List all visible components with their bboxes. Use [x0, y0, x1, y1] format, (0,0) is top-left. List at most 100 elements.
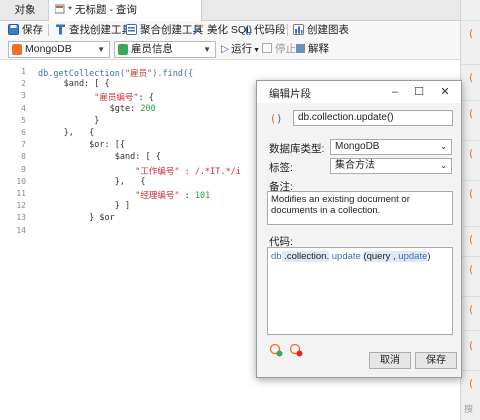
- line-number: 13: [16, 213, 26, 223]
- database-value: 雇员信息: [131, 43, 173, 55]
- code-line: } ]: [38, 201, 130, 211]
- find-builder-label: 查找创建工具: [69, 24, 132, 36]
- stop-button[interactable]: 停止: [262, 42, 296, 56]
- svg-text:(: (: [469, 107, 473, 120]
- code-textarea[interactable]: db .collection. update (query , update): [267, 247, 453, 335]
- dialog-titlebar: 编辑片段 – ☐ ✕: [257, 81, 461, 103]
- code-line: }, {: [38, 128, 95, 138]
- beautify-sql-button[interactable]: 美化 SQL: [193, 23, 252, 37]
- main-toolbar: 保存 查找创建工具 聚合创建工具 美化 SQL () 代码段 创建图表: [0, 21, 460, 39]
- tab-objects-label: 对象: [14, 4, 36, 16]
- snippet-icon[interactable]: (: [468, 376, 478, 390]
- query-toolbar: MongoDB ▼ 雇员信息 ▼ ▷ 运行▼ 停止 解释: [0, 39, 460, 60]
- chevron-down-icon: ▼: [97, 45, 105, 54]
- close-button[interactable]: ✕: [437, 84, 453, 100]
- db-type-select[interactable]: MongoDB ⌄: [330, 139, 452, 155]
- dialog-title: 编辑片段: [269, 88, 311, 100]
- code-token: } $or: [38, 213, 115, 224]
- chevron-down-icon: ▼: [203, 45, 211, 54]
- remove-placeholder-icon[interactable]: [289, 343, 303, 357]
- divider: [461, 370, 480, 371]
- svg-text:(: (: [469, 187, 473, 200]
- search-input[interactable]: 搜: [464, 402, 473, 415]
- snippet-icon[interactable]: (: [468, 262, 478, 276]
- insert-placeholder-icon[interactable]: [269, 343, 283, 357]
- create-chart-button[interactable]: 创建图表: [293, 23, 349, 37]
- snippet-icon[interactable]: (: [468, 70, 478, 84]
- code-token: } ]: [38, 201, 131, 212]
- query-tab-icon: [55, 4, 65, 14]
- find-builder-button[interactable]: 查找创建工具: [55, 23, 132, 37]
- remark-textarea[interactable]: Modifies an existing document or documen…: [267, 191, 453, 225]
- db-type-label: 数据库类型:: [269, 143, 325, 155]
- svg-text:): ): [277, 112, 281, 125]
- snippet-icon[interactable]: (: [468, 186, 478, 200]
- code-token: "雇员": [125, 69, 153, 79]
- code-token: $and: [ {: [38, 79, 110, 90]
- code-token: db: [271, 251, 282, 262]
- divider: [461, 20, 480, 21]
- explain-label: 解释: [308, 43, 329, 55]
- save-button[interactable]: 保存: [8, 23, 43, 37]
- code-token: "工作编号" : /.*IT.*/i: [135, 166, 241, 177]
- tag-select[interactable]: 集合方法 ⌄: [330, 158, 452, 174]
- cancel-button[interactable]: 取消: [369, 352, 411, 369]
- connection-select[interactable]: MongoDB ▼: [8, 41, 110, 58]
- minimize-button[interactable]: –: [387, 84, 403, 100]
- save-button[interactable]: 保存: [415, 352, 457, 369]
- explain-button[interactable]: 解释: [296, 42, 329, 56]
- snippet-icon[interactable]: (: [468, 302, 478, 316]
- code-token: ).find({: [152, 69, 194, 79]
- maximize-button[interactable]: ☐: [411, 84, 427, 100]
- tab-objects[interactable]: 对象: [0, 0, 50, 20]
- snippet-icon[interactable]: (: [468, 146, 478, 160]
- save-label: 保存: [22, 24, 43, 36]
- divider: [461, 140, 480, 141]
- snippet-icon: ( ): [271, 112, 281, 125]
- divider: [461, 330, 480, 331]
- line-number: 8: [21, 152, 26, 162]
- svg-text:(: (: [469, 71, 473, 84]
- dropdown-arrow-icon: ▼: [253, 47, 261, 54]
- svg-text:(: (: [469, 263, 473, 276]
- code-token: $or: [{: [38, 140, 125, 151]
- snippet-icon[interactable]: (: [468, 26, 478, 40]
- code-token: db.getCollection(: [38, 69, 125, 79]
- magic-wand-icon: [193, 24, 204, 35]
- snippet-name-input[interactable]: db.collection.update(): [293, 110, 453, 126]
- tab-query[interactable]: * 无标题 - 查询: [48, 0, 202, 21]
- mongodb-icon: [12, 44, 22, 55]
- snippet-icon[interactable]: (: [468, 338, 478, 352]
- code-line: "工作编号" : /.*IT.*/i: [38, 165, 241, 177]
- code-token: : {: [138, 93, 154, 104]
- line-number: 4: [21, 103, 26, 113]
- snippet-icon[interactable]: (: [468, 106, 478, 120]
- code-token: ): [427, 251, 431, 262]
- code-line: $or: [{: [38, 140, 125, 150]
- edit-snippet-dialog: 编辑片段 – ☐ ✕ ( ) db.collection.update() 数据…: [256, 80, 462, 378]
- run-button[interactable]: ▷ 运行▼: [221, 42, 260, 56]
- connection-value: MongoDB: [25, 43, 72, 55]
- code-token: 101: [194, 191, 211, 201]
- code-line: $and: [ {: [38, 79, 110, 89]
- tag-value: 集合方法: [335, 160, 375, 171]
- database-select[interactable]: 雇员信息 ▼: [114, 41, 216, 58]
- aggregate-builder-button[interactable]: 聚合创建工具: [126, 23, 203, 37]
- divider: [461, 256, 480, 257]
- snippets-button[interactable]: () 代码段: [245, 23, 286, 37]
- stop-icon: [262, 43, 272, 53]
- aggregate-builder-icon: [126, 24, 137, 35]
- divider: [461, 64, 480, 65]
- line-number: 14: [16, 225, 26, 235]
- code-line: "雇员编号": {: [38, 91, 154, 103]
- divider: [461, 296, 480, 297]
- snippet-icon[interactable]: (: [468, 232, 478, 246]
- code-token: }: [38, 115, 100, 126]
- line-number: 2: [21, 79, 26, 89]
- divider: [461, 100, 480, 101]
- code-line: $and: [ {: [38, 152, 161, 162]
- code-token: (query ,: [363, 251, 396, 262]
- svg-text:(: (: [469, 233, 473, 246]
